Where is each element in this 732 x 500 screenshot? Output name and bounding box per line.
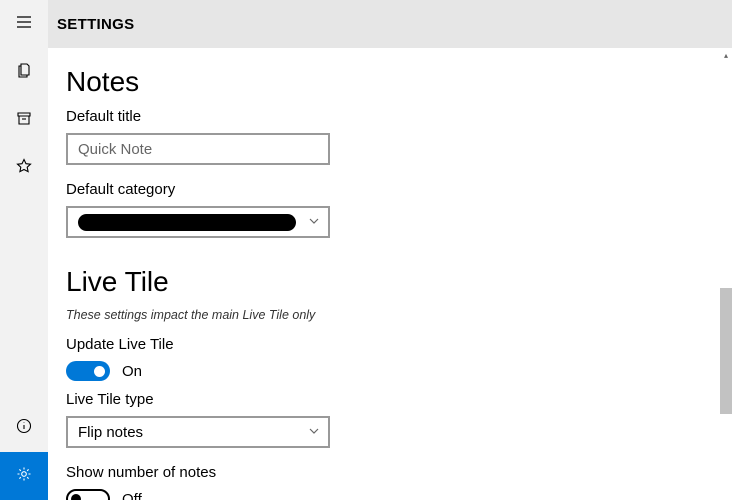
default-category-label: Default category: [66, 181, 714, 198]
update-livetile-toggle[interactable]: [66, 361, 110, 381]
section-heading-livetile: Live Tile: [66, 266, 714, 298]
note-copy-icon: [16, 62, 32, 83]
settings-body: Notes Default title Default category Liv…: [48, 48, 732, 500]
info-icon: [16, 418, 32, 439]
chevron-down-icon: [308, 424, 320, 441]
page-header: SETTINGS: [48, 0, 732, 48]
update-livetile-state: On: [122, 363, 142, 380]
sidebar-item-notes[interactable]: [0, 48, 48, 96]
update-livetile-toggle-row: On: [66, 361, 714, 381]
app-window: SETTINGS Notes Default title Default cat…: [0, 0, 732, 500]
default-title-label: Default title: [66, 108, 714, 125]
show-count-toggle[interactable]: [66, 489, 110, 500]
update-livetile-label: Update Live Tile: [66, 336, 714, 353]
page-title: SETTINGS: [57, 16, 134, 33]
default-category-value-redacted: [78, 214, 296, 231]
archive-icon: [16, 110, 32, 131]
livetile-type-value: Flip notes: [78, 424, 143, 441]
show-count-label: Show number of notes: [66, 464, 714, 481]
sidebar-top: [0, 0, 48, 404]
hamburger-icon: [16, 14, 32, 35]
sidebar-item-archive[interactable]: [0, 96, 48, 144]
gear-icon: [16, 466, 32, 487]
sidebar-item-info[interactable]: [0, 404, 48, 452]
show-count-state: Off: [122, 491, 142, 500]
star-icon: [16, 158, 32, 179]
livetile-subtext: These settings impact the main Live Tile…: [66, 308, 714, 322]
sidebar: [0, 0, 48, 500]
livetile-type-label: Live Tile type: [66, 391, 714, 408]
scroll-up-button[interactable]: ▴: [720, 48, 732, 62]
content-area: SETTINGS Notes Default title Default cat…: [48, 0, 732, 500]
vertical-scrollbar: ▴: [720, 48, 732, 500]
hamburger-menu-button[interactable]: [0, 0, 48, 48]
scrollbar-thumb[interactable]: [720, 288, 732, 414]
chevron-down-icon: [308, 214, 320, 231]
default-category-select[interactable]: [66, 206, 330, 238]
sidebar-item-settings[interactable]: [0, 452, 48, 500]
livetile-type-select[interactable]: Flip notes: [66, 416, 330, 448]
toggle-knob: [71, 494, 81, 500]
settings-scroll: Notes Default title Default category Liv…: [48, 48, 732, 500]
toggle-knob: [94, 366, 105, 377]
show-count-toggle-row: Off: [66, 489, 714, 500]
default-title-input[interactable]: [66, 133, 330, 165]
sidebar-bottom: [0, 404, 48, 500]
section-heading-notes: Notes: [66, 66, 714, 98]
sidebar-item-favorites[interactable]: [0, 144, 48, 192]
